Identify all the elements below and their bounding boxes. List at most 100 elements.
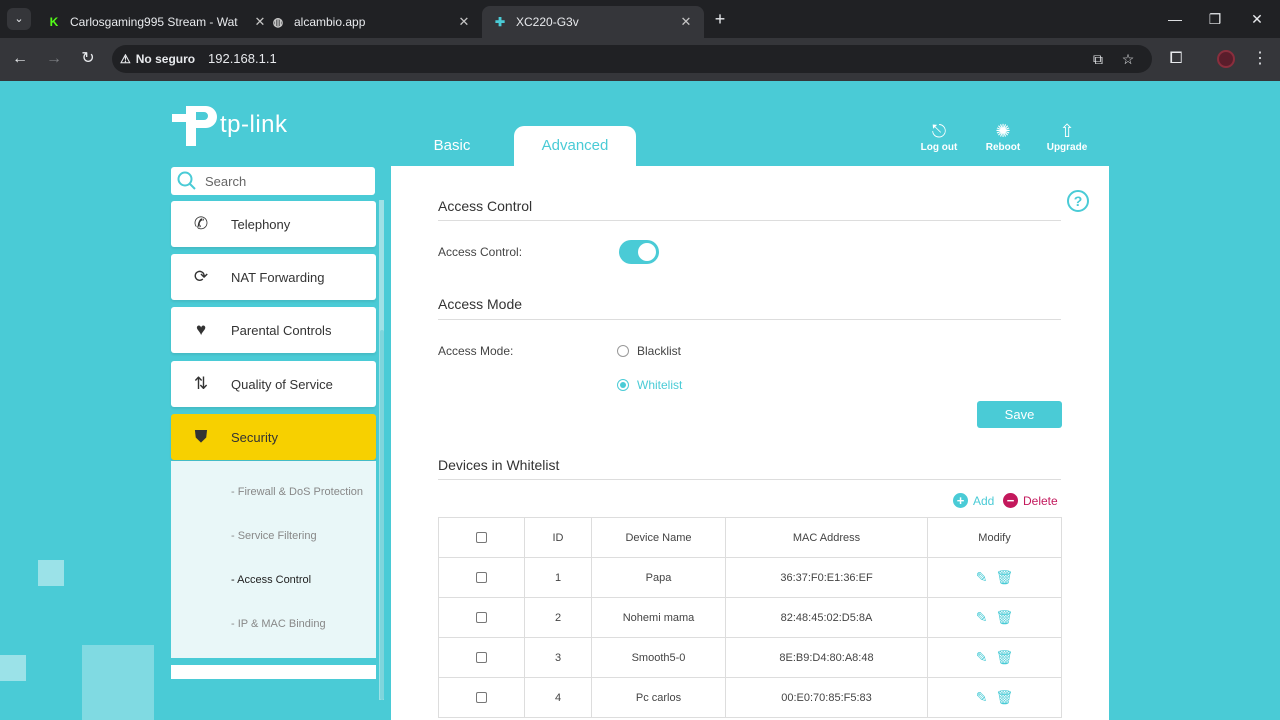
tab-basic[interactable]: Basic xyxy=(415,126,489,166)
access-control-toggle[interactable] xyxy=(619,240,659,264)
browser-tab-active[interactable]: ✚ XC220-G3v ✕ xyxy=(482,6,704,38)
row-checkbox[interactable] xyxy=(476,572,487,584)
cell-mac: 8E:B9:D4:80:A8:48 xyxy=(725,637,928,678)
tplink-logo: tp-link xyxy=(170,102,288,148)
shield-icon: ⛊ xyxy=(194,427,208,446)
phone-icon: ✆ xyxy=(193,214,209,233)
cell-device-name: Pc carlos xyxy=(591,677,726,718)
kick-icon: K xyxy=(46,14,62,30)
cell-device-name: Nohemi mama xyxy=(591,597,726,638)
security-submenu: - Firewall & DoS Protection - Service Fi… xyxy=(171,461,376,658)
tab-advanced[interactable]: Advanced xyxy=(514,126,636,166)
edit-icon[interactable]: ✎ xyxy=(976,609,988,626)
submenu-access-control[interactable]: - Access Control xyxy=(231,574,311,586)
cell-id: 2 xyxy=(524,597,592,638)
row-checkbox[interactable] xyxy=(476,692,487,704)
search-input[interactable] xyxy=(205,173,355,189)
browser-tab[interactable]: ◍ alcambio.app ✕ xyxy=(260,6,482,38)
translate-icon[interactable]: ⧉ xyxy=(1088,49,1108,69)
trash-icon[interactable]: 🗑 xyxy=(995,649,1013,666)
sidebar-item-qos[interactable]: ⇅ Quality of Service xyxy=(171,361,376,407)
cell-device-name: Papa xyxy=(591,557,726,598)
warning-icon: ⚠ xyxy=(120,52,131,66)
cell-mac: 82:48:45:02:D5:8A xyxy=(725,597,928,638)
new-tab-button[interactable]: + xyxy=(710,8,730,30)
tab-search-button[interactable]: ⌄ xyxy=(7,8,31,30)
trash-icon[interactable]: 🗑 xyxy=(995,609,1013,626)
sidebar-item-label: Quality of Service xyxy=(231,376,333,392)
menu-icon[interactable]: ⋮ xyxy=(1248,47,1272,71)
sidebar-scroll-thumb[interactable] xyxy=(380,330,384,700)
upgrade-button[interactable]: ⇧ Upgrade xyxy=(1037,120,1097,153)
window-close-icon[interactable]: ✕ xyxy=(1234,8,1280,30)
close-icon[interactable]: ✕ xyxy=(456,14,472,30)
radio-dot xyxy=(617,379,629,391)
divider xyxy=(438,319,1061,320)
sidebar-item-telephony[interactable]: ✆ Telephony xyxy=(171,201,376,247)
section-title-access-control: Access Control xyxy=(438,198,533,214)
security-label: No seguro xyxy=(135,52,196,66)
sidebar-item-label: Parental Controls xyxy=(231,322,332,338)
row-checkbox[interactable] xyxy=(476,612,487,624)
upgrade-label: Upgrade xyxy=(1046,142,1088,153)
help-icon[interactable]: ? xyxy=(1067,190,1089,212)
cell-mac: 36:37:F0:E1:36:EF xyxy=(725,557,928,598)
section-title-devices: Devices in Whitelist xyxy=(438,457,560,473)
sidebar-item-next[interactable] xyxy=(171,665,376,679)
minus-icon: − xyxy=(1003,493,1018,508)
logout-label: Log out xyxy=(920,142,958,153)
close-icon[interactable]: ✕ xyxy=(678,14,694,30)
logout-icon: ⎋ xyxy=(931,121,947,141)
security-indicator[interactable]: ⚠ No seguro xyxy=(120,49,195,69)
submenu-firewall[interactable]: - Firewall & DoS Protection xyxy=(231,486,363,498)
trash-icon[interactable]: 🗑 xyxy=(995,569,1013,586)
extensions-icon[interactable]: ⧠ xyxy=(1164,47,1188,71)
sidebar-item-nat-forwarding[interactable]: ⟳ NAT Forwarding xyxy=(171,254,376,300)
search-box[interactable] xyxy=(171,167,375,195)
row-checkbox[interactable] xyxy=(476,652,487,664)
select-all-checkbox[interactable] xyxy=(476,532,487,544)
browser-tab[interactable]: K Carlosgaming995 Stream - Wat ✕ xyxy=(36,6,278,38)
decor-square xyxy=(38,560,64,586)
add-button[interactable]: + Add xyxy=(953,493,994,508)
decor-square xyxy=(82,645,154,720)
column-header: ID xyxy=(524,517,592,558)
decor-square xyxy=(0,655,26,681)
plus-icon: + xyxy=(953,493,968,508)
sidebar-item-label: NAT Forwarding xyxy=(231,269,325,285)
submenu-ip-mac-binding[interactable]: - IP & MAC Binding xyxy=(231,618,326,630)
tplink-icon: ✚ xyxy=(494,15,506,29)
tab-title: alcambio.app xyxy=(294,15,366,29)
star-icon[interactable]: ☆ xyxy=(1118,49,1138,69)
forward-icon[interactable]: → xyxy=(42,47,66,71)
url-text[interactable]: 192.168.1.1 xyxy=(208,51,277,66)
table-row: 2 Nohemi mama 82:48:45:02:D5:8A ✎ 🗑 xyxy=(438,597,1062,638)
restore-icon[interactable]: ❐ xyxy=(1192,8,1238,30)
section-title-access-mode: Access Mode xyxy=(438,296,523,312)
radio-dot xyxy=(617,345,629,357)
column-header: MAC Address xyxy=(725,517,928,558)
radio-blacklist[interactable]: Blacklist xyxy=(617,344,681,358)
divider xyxy=(438,479,1061,480)
save-button[interactable]: Save xyxy=(977,401,1062,428)
reboot-button[interactable]: ✺ Reboot xyxy=(973,120,1033,153)
sidebar-item-label: Security xyxy=(231,429,278,445)
edit-icon[interactable]: ✎ xyxy=(976,689,988,706)
edit-icon[interactable]: ✎ xyxy=(976,569,988,586)
reload-icon[interactable]: ↻ xyxy=(76,47,100,71)
table-row: 3 Smooth5-0 8E:B9:D4:80:A8:48 ✎ 🗑 xyxy=(438,637,1062,678)
add-label: Add xyxy=(973,493,995,508)
avatar[interactable] xyxy=(1214,47,1238,71)
tplink-logo-mark xyxy=(170,102,218,148)
delete-button[interactable]: − Delete xyxy=(1003,493,1058,508)
select-all-cell xyxy=(438,517,525,558)
edit-icon[interactable]: ✎ xyxy=(976,649,988,666)
submenu-service-filtering[interactable]: - Service Filtering xyxy=(231,530,317,542)
sidebar-item-parental-controls[interactable]: ♥ Parental Controls xyxy=(171,307,376,353)
trash-icon[interactable]: 🗑 xyxy=(995,689,1013,706)
radio-whitelist[interactable]: Whitelist xyxy=(617,378,682,392)
logout-button[interactable]: ⎋ Log out xyxy=(909,120,969,153)
back-icon[interactable]: ← xyxy=(8,47,32,71)
access-control-label: Access Control: xyxy=(438,245,523,259)
sidebar-item-security[interactable]: ⛊ Security xyxy=(171,414,376,460)
